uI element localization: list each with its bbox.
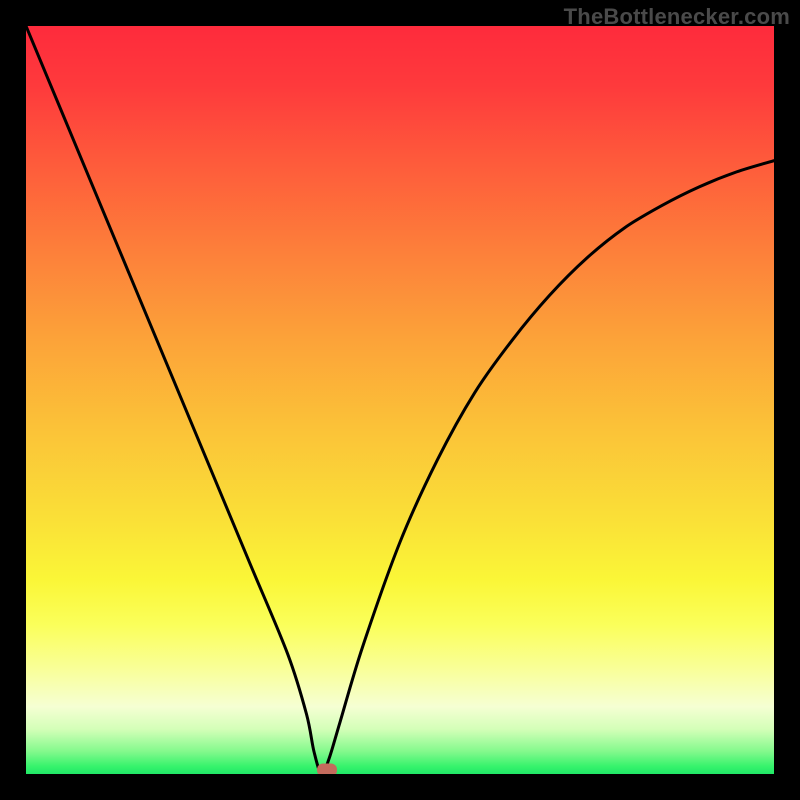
watermark-text: TheBottlenecker.com [564, 4, 790, 30]
bottleneck-curve [26, 26, 774, 774]
curve-path [26, 26, 774, 774]
plot-area [26, 26, 774, 774]
chart-frame: TheBottlenecker.com [0, 0, 800, 800]
optimal-point-marker [317, 764, 337, 774]
